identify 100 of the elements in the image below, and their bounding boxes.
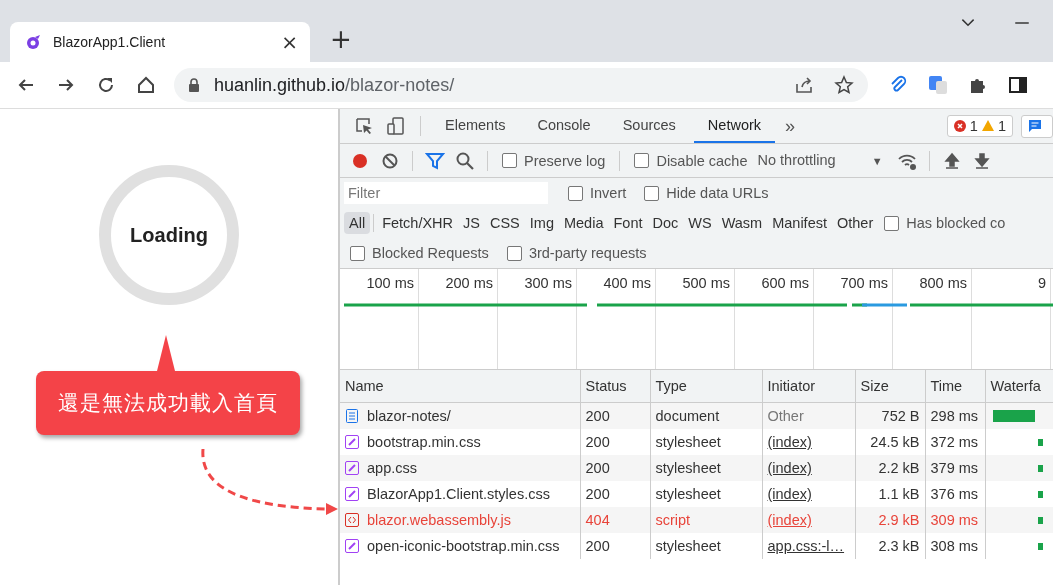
initiator-link[interactable]: app.css:-l… — [762, 533, 855, 559]
table-cell: blazor-notes/ — [340, 402, 580, 429]
search-icon[interactable] — [455, 150, 475, 171]
pencil-file-icon — [345, 435, 359, 449]
table-cell: app.css — [340, 455, 580, 481]
checkbox[interactable] — [644, 185, 660, 201]
pencil-file-icon — [345, 461, 359, 475]
type-filter-button[interactable]: Fetch/XHR — [377, 212, 459, 234]
column-header[interactable]: Status — [580, 370, 650, 403]
error-count: 1 — [969, 118, 978, 134]
pencil-file-icon — [345, 539, 359, 553]
waterfall-bar — [1037, 516, 1043, 524]
column-header[interactable]: Size — [855, 370, 925, 403]
devtools-tab[interactable]: Sources — [608, 109, 690, 143]
close-tab-button[interactable]: × — [281, 30, 298, 54]
app-logo-icon — [25, 34, 41, 50]
table-cell: 752 B — [855, 402, 925, 429]
table-cell: stylesheet — [650, 533, 762, 559]
message-icon — [1028, 118, 1042, 133]
checkbox[interactable] — [884, 215, 900, 231]
checkbox[interactable] — [506, 245, 522, 261]
table-cell: 404 — [580, 507, 650, 533]
type-filter-button[interactable]: Doc — [647, 212, 684, 234]
type-filter-button[interactable]: Wasm — [716, 212, 768, 234]
issues-counter[interactable]: 1 1 — [946, 115, 1013, 137]
checkbox-label: Blocked Requests — [372, 245, 489, 261]
new-tab-button[interactable]: + — [330, 26, 352, 52]
table-cell: 308 ms — [925, 533, 985, 559]
lock-icon — [188, 78, 200, 92]
callout-text: 還是無法成功載入首頁 — [58, 390, 278, 417]
pencil-file-icon — [345, 487, 359, 501]
tab-title: BlazorApp1.Client — [53, 34, 167, 50]
warning-icon — [981, 120, 994, 132]
column-header[interactable]: Name — [340, 370, 580, 403]
waterfall-bar — [1037, 438, 1043, 446]
type-filter-button[interactable]: WS — [683, 212, 717, 234]
checkbox[interactable] — [502, 153, 517, 168]
devtools-tab[interactable]: Console — [523, 109, 605, 143]
table-cell: 200 — [580, 402, 650, 429]
table-cell: 379 ms — [925, 455, 985, 481]
devtools-tab[interactable]: Elements — [431, 109, 520, 143]
checkbox[interactable] — [350, 245, 365, 261]
type-filter-button[interactable]: Manifest — [767, 212, 832, 234]
table-cell: stylesheet — [650, 455, 762, 481]
filter-field[interactable]: Filter — [344, 182, 548, 204]
checkbox-label: Hide data URLs — [666, 185, 769, 201]
timeline-tick-label: 800 ms — [919, 275, 967, 291]
timeline-tick-label: 9 — [1037, 275, 1046, 291]
table-cell: Other — [762, 402, 855, 429]
timeline-tick-label: 300 ms — [524, 275, 572, 291]
checkbox-label: Disable cache — [656, 152, 748, 169]
table-cell: 309 ms — [925, 507, 985, 533]
column-header[interactable]: Time — [925, 370, 985, 403]
type-filter-button[interactable]: Media — [558, 212, 609, 234]
table-cell: 2.2 kB — [855, 455, 925, 481]
checkbox[interactable] — [568, 185, 583, 201]
checkbox-label: Invert — [590, 185, 627, 201]
timeline-tick-label: 100 ms — [366, 275, 414, 291]
warning-count: 1 — [997, 118, 1006, 134]
timeline-tick-label: 400 ms — [603, 275, 651, 291]
waterfall-bar — [992, 410, 1035, 422]
inspect-icon[interactable] — [354, 116, 374, 136]
type-filter-button[interactable]: Img — [524, 212, 559, 234]
table-cell: document — [650, 402, 762, 429]
waterfall-bar — [1037, 464, 1043, 472]
table-cell: script — [650, 507, 762, 533]
timeline-tick-label: 500 ms — [682, 275, 730, 291]
timeline-tick-label: 600 ms — [761, 275, 809, 291]
table-cell: open-iconic-bootstrap.min.css — [340, 533, 580, 559]
star-icon[interactable] — [834, 75, 854, 95]
waterfall-bar — [1037, 542, 1043, 550]
column-header[interactable]: Waterfa — [985, 370, 1053, 403]
initiator-link[interactable]: (index) — [762, 507, 855, 533]
messages-counter[interactable] — [1021, 114, 1053, 138]
code-file-icon — [345, 513, 359, 527]
address-field[interactable]: huanlin.github.io/blazor-notes/ — [174, 68, 868, 102]
type-filter-button[interactable]: Font — [608, 212, 648, 234]
reload-icon[interactable] — [96, 75, 116, 95]
checkbox-label: Preserve log — [524, 152, 606, 169]
home-icon[interactable] — [136, 75, 156, 95]
initiator-link[interactable]: (index) — [762, 455, 855, 481]
table-cell: blazor.webassembly.js — [340, 507, 580, 533]
type-filter-button[interactable]: CSS — [484, 212, 525, 234]
type-filter-button[interactable]: All — [344, 212, 371, 234]
checkbox[interactable] — [634, 153, 650, 168]
type-filter-button[interactable]: Other — [832, 212, 879, 234]
type-filter-button[interactable]: JS — [458, 212, 485, 234]
throttling-dropdown[interactable]: No throttling ▼ — [755, 151, 891, 170]
table-cell: 2.9 kB — [855, 507, 925, 533]
table-cell: 2.3 kB — [855, 533, 925, 559]
device-toolbar-icon[interactable] — [386, 116, 406, 136]
filter-icon[interactable] — [425, 150, 445, 171]
timeline-tick-label: 200 ms — [445, 275, 493, 291]
side-panel-icon[interactable] — [1008, 75, 1028, 95]
browser-tab[interactable]: BlazorApp1.Client × — [10, 22, 310, 62]
more-tabs-button[interactable]: » — [779, 109, 802, 143]
loading-text: Loading — [130, 223, 208, 247]
column-header[interactable]: Initiator — [762, 370, 855, 403]
column-header[interactable]: Type — [650, 370, 762, 403]
share-icon[interactable] — [794, 75, 814, 95]
